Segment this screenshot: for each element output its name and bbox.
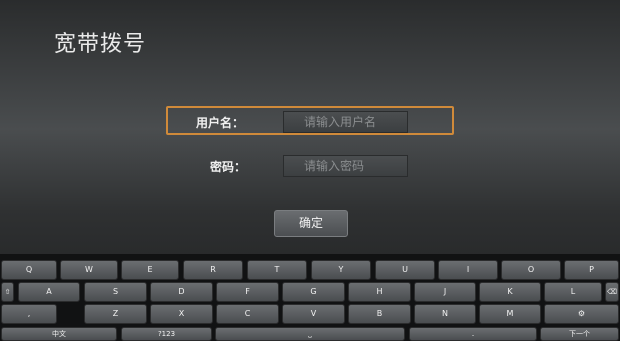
key-l[interactable]: L bbox=[544, 282, 602, 302]
key-u[interactable]: U bbox=[375, 260, 435, 280]
key-n[interactable]: N bbox=[414, 304, 476, 324]
key-g[interactable]: G bbox=[282, 282, 345, 302]
key-z[interactable]: Z bbox=[84, 304, 147, 324]
key-f[interactable]: F bbox=[216, 282, 279, 302]
key-p[interactable]: P bbox=[564, 260, 619, 280]
key-r[interactable]: R bbox=[183, 260, 243, 280]
space-key[interactable]: ⎵ bbox=[215, 327, 405, 341]
key-e[interactable]: E bbox=[121, 260, 179, 280]
shift-icon: ⇧ bbox=[4, 288, 11, 296]
key-a[interactable]: A bbox=[18, 282, 80, 302]
onscreen-keyboard: Q W E R T Y U I O P ⇧ A S D F G H J K L … bbox=[0, 254, 620, 341]
special-key[interactable]: ⚙ bbox=[544, 304, 619, 324]
next-key[interactable]: 下一个 bbox=[540, 327, 619, 341]
key-c[interactable]: C bbox=[216, 304, 279, 324]
shift-key[interactable]: ⇧ bbox=[1, 282, 14, 302]
language-key[interactable]: 中文 bbox=[1, 327, 117, 341]
key-v[interactable]: V bbox=[282, 304, 345, 324]
key-h[interactable]: H bbox=[348, 282, 411, 302]
key-k[interactable]: K bbox=[479, 282, 541, 302]
key-w[interactable]: W bbox=[60, 260, 118, 280]
key-i[interactable]: I bbox=[438, 260, 498, 280]
key-d[interactable]: D bbox=[150, 282, 213, 302]
key-o[interactable]: O bbox=[501, 260, 561, 280]
key-s[interactable]: S bbox=[84, 282, 147, 302]
space-icon: ⎵ bbox=[308, 329, 312, 338]
delete-icon: ⌫ bbox=[607, 288, 617, 296]
period-key[interactable]: . bbox=[409, 327, 537, 341]
key-b[interactable]: B bbox=[348, 304, 411, 324]
delete-key-partial[interactable]: ⌫ bbox=[605, 282, 619, 302]
key-q[interactable]: Q bbox=[1, 260, 57, 280]
page-title: 宽带拨号 bbox=[54, 32, 147, 57]
password-field[interactable]: 请输入密码 bbox=[283, 155, 408, 177]
key-comma[interactable]: , bbox=[1, 304, 57, 324]
confirm-button[interactable]: 确定 bbox=[274, 210, 348, 237]
key-x[interactable]: X bbox=[150, 304, 213, 324]
password-label: 密码： bbox=[210, 160, 247, 174]
key-m[interactable]: M bbox=[479, 304, 541, 324]
key-t[interactable]: T bbox=[247, 260, 307, 280]
symbols-key[interactable]: ?123 bbox=[121, 327, 212, 341]
key-j[interactable]: J bbox=[414, 282, 476, 302]
key-y[interactable]: Y bbox=[311, 260, 371, 280]
comma-alt-icon: ⚙ bbox=[577, 309, 586, 318]
username-focus-frame bbox=[166, 106, 454, 135]
